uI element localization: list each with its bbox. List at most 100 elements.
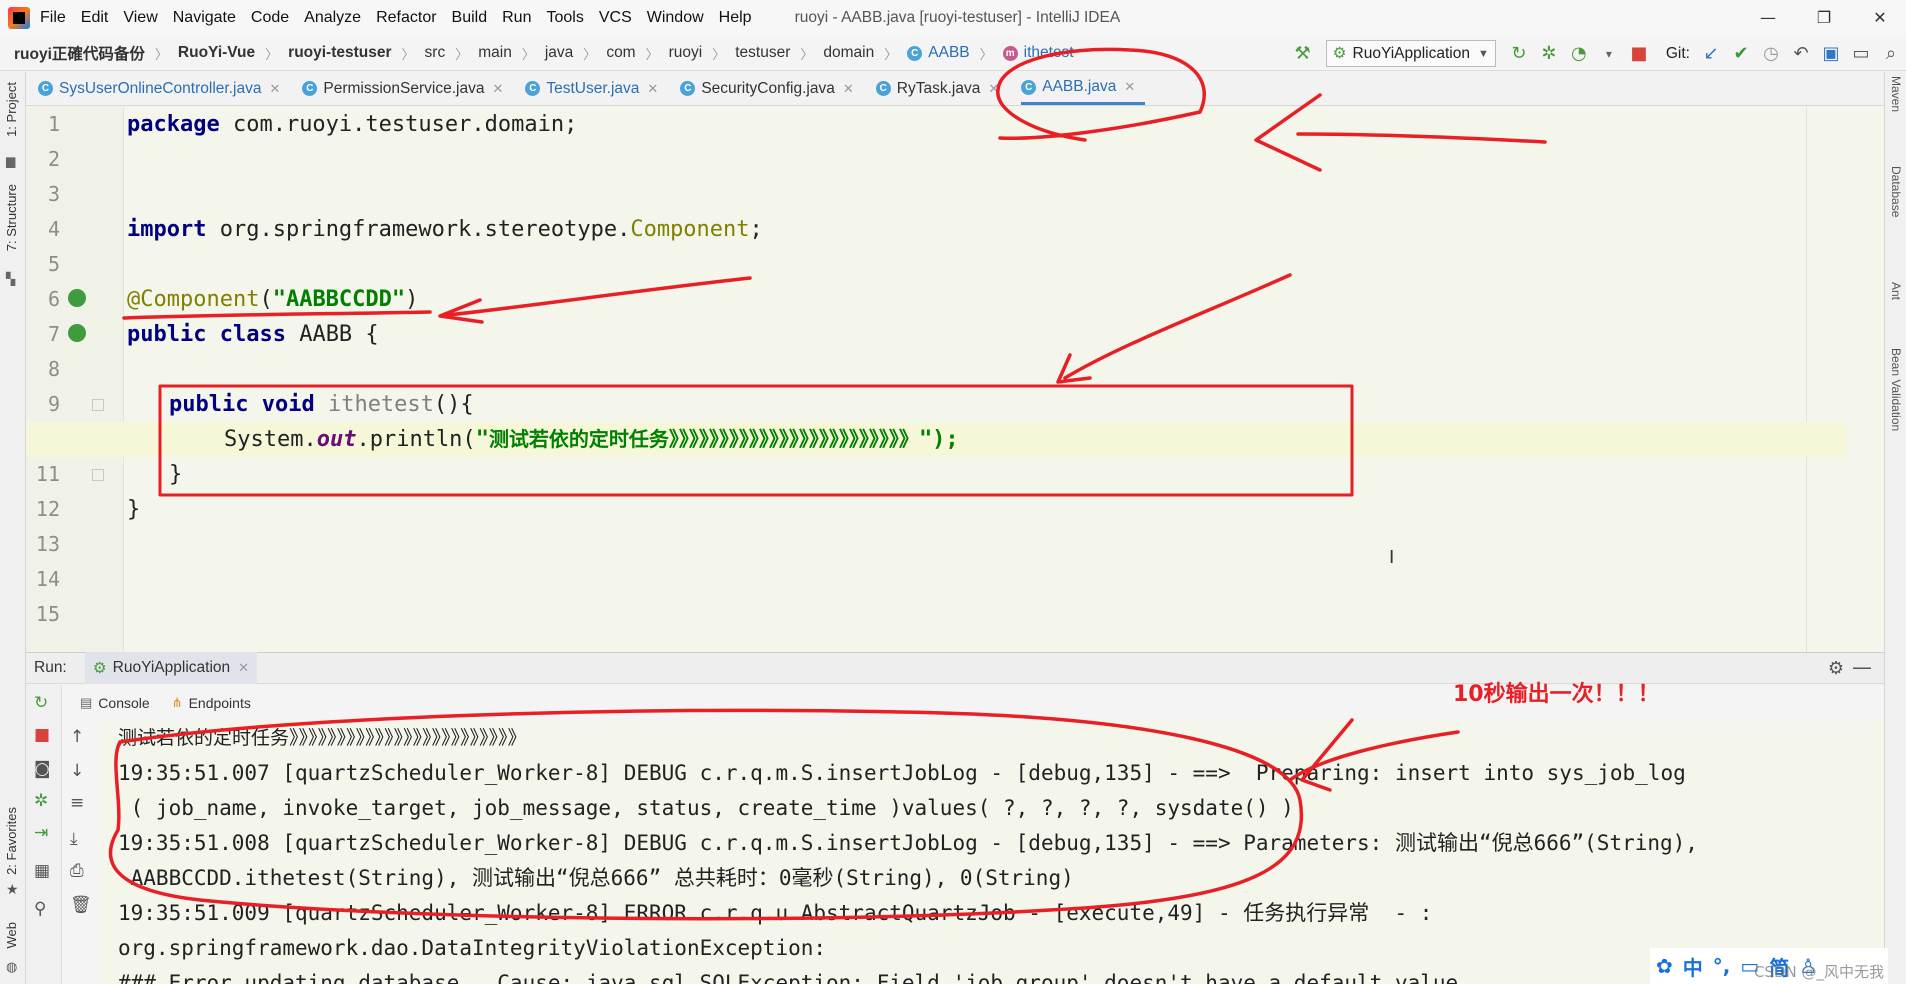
class-icon: C <box>875 81 891 96</box>
annotation-callout: 10秒输出一次！！！ <box>1453 682 1660 707</box>
build-hammer-icon[interactable]: ⚒ <box>1288 39 1318 69</box>
gear-icon[interactable]: ⚙ <box>1828 658 1844 679</box>
tab-rytask[interactable]: C RyTask.java ✕ <box>875 72 1009 105</box>
stop-icon[interactable]: ■ <box>34 725 50 745</box>
menu-tools[interactable]: Tools <box>546 9 583 27</box>
pin-icon[interactable]: ⚲ <box>34 899 46 919</box>
run-action-toolbar: ↻ ■ ◙ ✲ ⇥ ▦ ⚲ <box>26 685 62 984</box>
close-icon[interactable]: ✕ <box>492 81 503 97</box>
breadcrumb-item[interactable]: java <box>545 44 573 62</box>
tab-console[interactable]: ▤ Console <box>80 695 150 711</box>
project-structure-icon[interactable]: ▣ <box>1816 39 1846 69</box>
breadcrumb-method[interactable]: m ithetest <box>1002 44 1074 62</box>
code-editor[interactable]: 1 2 3 4 5 6 7 8 9 10 11 12 13 14 15 pack… <box>26 107 1884 652</box>
code-line-7: public class AABB { <box>127 322 379 347</box>
menu-refactor[interactable]: Refactor <box>376 9 436 27</box>
coverage-icon[interactable]: ◔ <box>1564 39 1594 69</box>
breadcrumb-item[interactable]: testuser <box>735 44 790 62</box>
git-commit-icon[interactable]: ✔ <box>1726 39 1756 69</box>
more-run-options-icon[interactable]: ▾ <box>1594 39 1624 69</box>
layout-icon[interactable]: ▦ <box>34 861 50 881</box>
git-history-icon[interactable]: ◷ <box>1756 39 1786 69</box>
breadcrumb-item[interactable]: ruoyi <box>669 44 703 62</box>
chevron-down-icon: ▼ <box>1477 47 1489 60</box>
menu-view[interactable]: View <box>123 9 157 27</box>
close-icon[interactable]: ✕ <box>269 81 280 97</box>
database-tool-tab[interactable]: Database <box>1889 166 1903 217</box>
menu-run[interactable]: Run <box>502 9 531 27</box>
structure-tool-tab[interactable]: 7: Structure <box>4 184 19 251</box>
breadcrumb-class[interactable]: C AABB <box>907 44 970 62</box>
tab-permissionservice[interactable]: C PermissionService.java ✕ <box>302 72 513 105</box>
console-line: 19:35:51.009 [quartzScheduler_Worker-8] … <box>118 901 1433 925</box>
menu-help[interactable]: Help <box>719 9 752 27</box>
close-icon[interactable]: ✕ <box>843 81 854 97</box>
menu-edit[interactable]: Edit <box>81 9 109 27</box>
menu-file[interactable]: File <box>40 9 66 27</box>
close-icon[interactable]: ✕ <box>988 81 999 97</box>
tab-aabb[interactable]: C AABB.java ✕ <box>1021 72 1146 105</box>
stop-icon[interactable]: ■ <box>1624 39 1654 69</box>
menu-build[interactable]: Build <box>452 9 488 27</box>
spring-boot-icon: ⚙ <box>1332 45 1347 62</box>
ant-tool-tab[interactable]: Ant <box>1889 282 1903 300</box>
minimize-window-button[interactable]: — <box>1748 4 1788 32</box>
arrow-up-icon[interactable]: ↑ <box>70 727 84 747</box>
console-icon: ▤ <box>80 695 93 710</box>
soft-wrap-icon[interactable]: ≡ <box>70 793 84 813</box>
maven-tool-tab[interactable]: Maven <box>1889 76 1903 112</box>
close-icon[interactable]: ✕ <box>647 81 658 97</box>
rerun-icon[interactable]: ↻ <box>1504 39 1534 69</box>
project-tool-tab[interactable]: 1: Project <box>4 82 19 137</box>
menu-code[interactable]: Code <box>251 9 289 27</box>
debug-icon[interactable]: ✲ <box>1534 39 1564 69</box>
debug-icon[interactable]: ✲ <box>34 791 48 811</box>
breadcrumb-item[interactable]: ruoyi-testuser <box>288 44 391 62</box>
scroll-to-end-icon[interactable]: ⤓ <box>70 829 78 849</box>
menu-navigate[interactable]: Navigate <box>173 9 236 27</box>
menu-window[interactable]: Window <box>647 9 704 27</box>
minimize-panel-icon[interactable]: — <box>1852 655 1872 679</box>
breadcrumb-item[interactable]: src <box>425 44 446 62</box>
run-tab-ruoyiapplication[interactable]: ⚙ RuoYiApplication ✕ <box>84 652 258 684</box>
breadcrumb-item[interactable]: main <box>478 44 512 62</box>
line-number: 3 <box>47 182 60 206</box>
title-bar: File Edit View Navigate Code Analyze Ref… <box>0 0 1906 36</box>
tab-endpoints[interactable]: ⋔ Endpoints <box>172 695 251 711</box>
web-tool-tab[interactable]: Web <box>4 922 19 949</box>
menu-vcs[interactable]: VCS <box>599 9 632 27</box>
presentation-mode-icon[interactable]: ▭ <box>1846 39 1876 69</box>
chevron-right-icon: 〉 <box>645 47 659 63</box>
search-icon[interactable]: ⌕ <box>1876 39 1906 69</box>
breadcrumb-item[interactable]: RuoYi-Vue <box>178 44 255 62</box>
close-window-button[interactable]: ✕ <box>1860 4 1900 32</box>
console-output[interactable]: 测试若依的定时任务》》》》》》》》》》》》》》》》》》》》》》》》 19:35:… <box>98 721 1884 984</box>
print-icon[interactable]: ⎙ <box>70 861 84 881</box>
chevron-right-icon: 〉 <box>455 47 469 63</box>
run-configuration-select[interactable]: ⚙ RuoYiApplication ▼ <box>1325 40 1496 67</box>
close-icon[interactable]: ✕ <box>238 660 249 676</box>
camera-icon[interactable]: ◙ <box>34 759 51 779</box>
console-line: ( job_name, invoke_target, job_message, … <box>118 796 1294 820</box>
breadcrumb-item[interactable]: com <box>606 44 635 62</box>
console-line: AABBCCDD.ithetest(String), 测试输出“倪总666” 总… <box>118 866 1074 890</box>
globe-icon: ◍ <box>6 960 18 975</box>
favorites-tool-tab[interactable]: 2: Favorites <box>4 807 19 875</box>
git-rollback-icon[interactable]: ↶ <box>1786 39 1816 69</box>
arrow-down-icon[interactable]: ↓ <box>70 761 84 781</box>
restore-window-button[interactable]: ❐ <box>1804 4 1844 32</box>
git-update-icon[interactable]: ↙ <box>1696 39 1726 69</box>
close-icon[interactable]: ✕ <box>1124 79 1135 95</box>
tab-sysuseronlinecontroller[interactable]: C SysUserOnlineController.java ✕ <box>38 72 290 105</box>
chevron-right-icon: 〉 <box>800 47 814 63</box>
rerun-icon[interactable]: ↻ <box>34 693 48 713</box>
trash-icon[interactable]: 🗑 <box>70 895 92 915</box>
tab-securityconfig[interactable]: C SecurityConfig.java ✕ <box>680 72 863 105</box>
restore-layout-icon[interactable]: ⇥ <box>34 823 48 843</box>
breadcrumb-item[interactable]: domain <box>823 44 874 62</box>
console-line: org.springframework.dao.DataIntegrityVio… <box>118 936 827 960</box>
menu-analyze[interactable]: Analyze <box>304 9 361 27</box>
tab-testuser[interactable]: C TestUser.java ✕ <box>525 72 668 105</box>
breadcrumb-item[interactable]: ruoyi正確代码备份 <box>14 42 145 64</box>
bean-validation-tool-tab[interactable]: Bean Validation <box>1889 348 1903 431</box>
